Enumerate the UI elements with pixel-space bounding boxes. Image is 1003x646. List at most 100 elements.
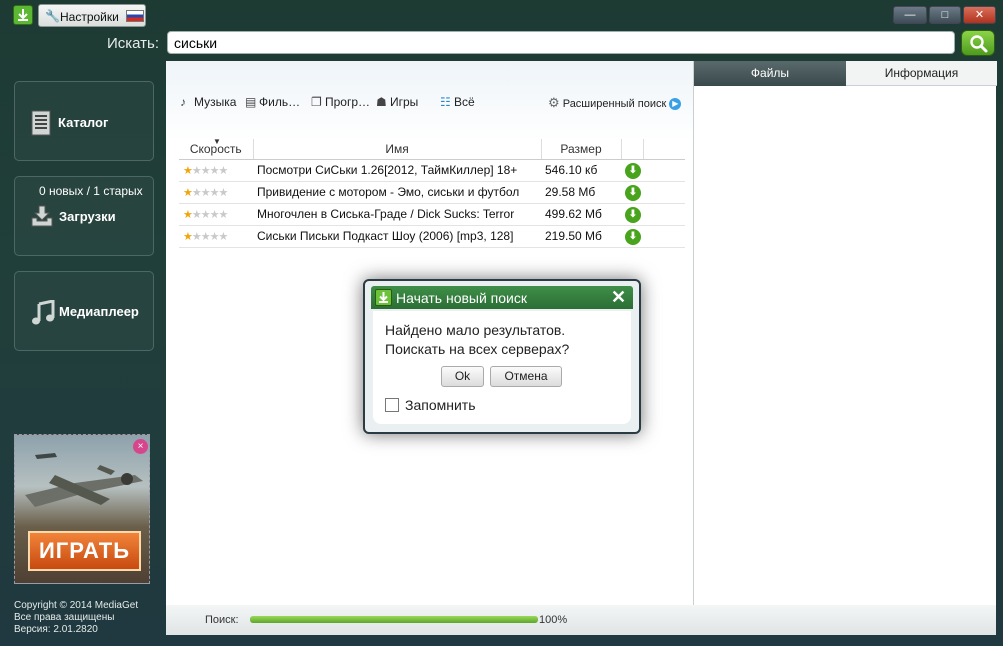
download-icon[interactable]: ⬇ (625, 206, 641, 223)
settings-button[interactable]: 🔧 Настройки (38, 4, 146, 27)
remember-checkbox[interactable]: Запомнить (385, 397, 476, 413)
search-progress-bar (250, 616, 538, 623)
tab-info[interactable]: Информация (846, 61, 997, 86)
details-panel: Файлы Информация (693, 61, 997, 605)
advanced-search-label: Расширенный поиск (562, 98, 667, 110)
speed-rating: ★★★★★ (179, 159, 253, 182)
column-name[interactable]: Имя (253, 139, 542, 160)
downloads-count: 0 новых / 1 старых (39, 184, 143, 198)
advanced-search-link[interactable]: ⚙ Расширенный поиск ▶ (548, 95, 682, 111)
search-progress-percent: 100% (539, 614, 568, 626)
catalog-label: Каталог (58, 115, 109, 130)
filter-programs[interactable]: ❐ Прогр… (311, 95, 370, 109)
close-window-button[interactable]: ✕ (963, 6, 996, 24)
list-icon: ☷ (440, 95, 451, 109)
search-input[interactable] (167, 31, 955, 54)
dialog-message-line1: Найдено мало результатов. (385, 322, 566, 338)
column-speed[interactable]: ▼ Скорость (179, 137, 254, 160)
status-bar: Поиск: 100% (166, 605, 996, 635)
gear-icon: ⚙ (548, 95, 560, 110)
music-note-icon: ♪ (180, 95, 186, 109)
result-size: 219.50 Мб (541, 225, 621, 248)
new-search-dialog: Начать новый поиск ✕ Найдено мало резуль… (363, 279, 641, 434)
dialog-body: Найдено мало результатов. Поискать на вс… (373, 311, 631, 424)
ok-button[interactable]: Ok (441, 366, 484, 387)
download-icon[interactable]: ⬇ (625, 184, 641, 201)
checkbox-icon[interactable] (385, 398, 399, 412)
search-progress-fill (250, 616, 538, 623)
table-row[interactable]: ★★★★★ Сиськи Письки Подкаст Шоу (2006) [m… (179, 225, 685, 248)
result-name[interactable]: Многочлен в Сиська-Граде / Dick Sucks: T… (253, 203, 541, 226)
search-icon (970, 35, 988, 53)
star-rating-icon: ★★★★★ (183, 187, 228, 199)
result-name[interactable]: Сиськи Письки Подкаст Шоу (2006) [mp3, 1… (253, 225, 541, 248)
star-rating-icon: ★★★★★ (183, 209, 228, 221)
downloads-label: Загрузки (59, 209, 116, 224)
sidebar-item-downloads[interactable]: 0 новых / 1 старых Загрузки (14, 176, 154, 256)
version-line: Версия: 2.01.2820 (14, 624, 98, 635)
ad-play-button[interactable]: ИГРАТЬ (28, 531, 141, 571)
download-icon[interactable]: ⬇ (625, 228, 641, 245)
download-cell: ⬇ (621, 225, 643, 248)
dialog-title-bar: Начать новый поиск ✕ (371, 286, 633, 309)
russian-flag-icon[interactable] (126, 10, 144, 22)
result-size: 499.62 Мб (541, 203, 621, 226)
download-cell: ⬇ (621, 181, 643, 204)
rights-line: Все права защищены (14, 612, 115, 623)
mediaget-logo-icon[interactable] (13, 5, 33, 25)
download-icon[interactable]: ⬇ (625, 162, 641, 179)
dialog-close-button[interactable]: ✕ (611, 287, 626, 308)
search-label: Искать: (107, 35, 160, 52)
search-status-label: Поиск: (205, 614, 239, 626)
star-rating-icon: ★★★★★ (183, 165, 228, 177)
dialog-title: Начать новый поиск (396, 290, 527, 306)
warplane-image (25, 453, 143, 507)
cancel-button[interactable]: Отмена (490, 366, 562, 387)
copyright-line: Copyright © 2014 MediaGet (14, 600, 139, 611)
copyright-block: Copyright © 2014 MediaGet Все права защи… (14, 600, 138, 636)
result-name[interactable]: Привидение с мотором - Эмо, сиськи и фут… (253, 181, 541, 204)
results-table: ▼ Скорость Имя Размер ★★★★★ Посмотри СиСьк… (179, 137, 685, 248)
result-name[interactable]: Посмотри СиСьки 1.26[2012, ТаймКиллер] 1… (253, 159, 541, 182)
mediaget-logo-icon (375, 289, 392, 306)
music-note-icon (32, 300, 55, 325)
dialog-message: Найдено мало результатов. Поискать на вс… (385, 321, 625, 359)
table-header-row: ▼ Скорость Имя Размер (179, 137, 685, 160)
table-row[interactable]: ★★★★★ Привидение с мотором - Эмо, сиськи … (179, 181, 685, 204)
speed-rating: ★★★★★ (179, 181, 253, 204)
minimize-button[interactable]: — (893, 6, 927, 24)
row-filler (643, 225, 685, 248)
sidebar-item-mediaplayer[interactable]: Медиаплеер (14, 271, 154, 351)
speed-rating: ★★★★★ (179, 203, 253, 226)
sidebar-item-catalog[interactable]: Каталог (14, 81, 154, 161)
row-filler (643, 181, 685, 204)
category-filters: ♪ Музыка ▤ Филь… ❐ Прогр… ☗ Игры ☷ Всё ⚙ Расш… (166, 61, 693, 141)
dialog-message-line2: Поискать на всех серверах? (385, 341, 570, 357)
filter-all[interactable]: ☷ Всё (440, 95, 475, 109)
window-icon: ❐ (311, 95, 322, 109)
table-row[interactable]: ★★★★★ Многочлен в Сиська-Граде / Dick Suc… (179, 203, 685, 226)
title-bar: 🔧 Настройки — □ ✕ (0, 0, 1003, 30)
speed-rating: ★★★★★ (179, 225, 253, 248)
gamepad-icon: ☗ (376, 95, 387, 109)
mediaplayer-label: Медиаплеер (59, 304, 139, 319)
filter-games[interactable]: ☗ Игры (376, 95, 418, 109)
download-cell: ⬇ (621, 159, 643, 182)
table-row[interactable]: ★★★★★ Посмотри СиСьки 1.26[2012, ТаймКилл… (179, 159, 685, 182)
wrench-icon: 🔧 (45, 9, 60, 23)
star-rating-icon: ★★★★★ (183, 231, 228, 243)
row-filler (643, 159, 685, 182)
settings-label: Настройки (60, 10, 119, 24)
chevron-right-icon: ▶ (669, 98, 682, 111)
result-size: 546.10 кб (541, 159, 621, 182)
filter-music[interactable]: ♪ Музыка (180, 95, 236, 109)
column-size[interactable]: Размер (541, 139, 622, 160)
filter-films[interactable]: ▤ Филь… (245, 95, 300, 109)
game-ad-banner[interactable]: × ИГРАТЬ (14, 434, 150, 584)
row-filler (643, 203, 685, 226)
ad-close-button[interactable]: × (133, 439, 148, 454)
tab-files[interactable]: Файлы (694, 61, 846, 86)
search-button[interactable] (961, 30, 995, 56)
maximize-button[interactable]: □ (929, 6, 961, 24)
remember-label: Запомнить (405, 397, 476, 413)
